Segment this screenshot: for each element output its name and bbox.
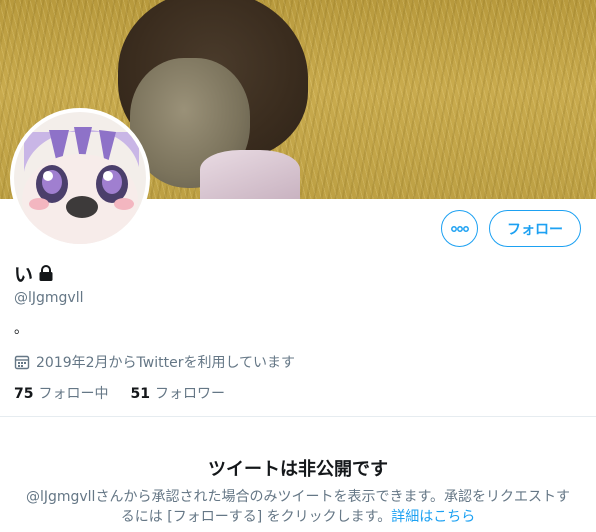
- joined-date: 2019年2月からTwitterを利用しています: [14, 352, 295, 372]
- divider: [0, 416, 596, 417]
- profile-bio: 。: [14, 321, 28, 337]
- learn-more-link[interactable]: 詳細はこちら: [391, 509, 475, 525]
- followers-link[interactable]: 51 フォロワー: [130, 383, 224, 403]
- banner-figure-collar: [200, 150, 300, 199]
- calendar-icon: [14, 355, 30, 370]
- avatar-illustration: [14, 112, 146, 244]
- following-link[interactable]: 75 フォロー中: [14, 383, 108, 403]
- lock-icon: [37, 264, 55, 286]
- protected-tweets-title: ツイートは非公開です: [208, 459, 388, 480]
- display-name: い: [14, 264, 34, 286]
- following-count: 75: [14, 386, 34, 402]
- followers-label: フォロワー: [154, 386, 225, 402]
- protected-tweets-message: @lJgmgvllさんから承認された場合のみツイートを表示できます。承認をリクエ…: [20, 487, 576, 527]
- joined-date-text: 2019年2月からTwitterを利用しています: [36, 355, 296, 371]
- profile-stats: 75 フォロー中 51 フォロワー: [14, 383, 247, 403]
- avatar[interactable]: [10, 108, 150, 248]
- more-dots-icon: [450, 225, 469, 232]
- follow-button-label: フォロー: [507, 221, 563, 238]
- followers-count: 51: [130, 386, 150, 402]
- more-options-button[interactable]: [441, 210, 478, 247]
- profile-name-row: い: [14, 264, 55, 286]
- protected-tweets-body: @lJgmgvllさんから承認された場合のみツイートを表示できます。承認をリクエ…: [25, 489, 571, 525]
- profile-handle: @lJgmgvll: [14, 290, 84, 306]
- follow-button[interactable]: フォロー: [489, 210, 581, 247]
- following-label: フォロー中: [38, 386, 109, 402]
